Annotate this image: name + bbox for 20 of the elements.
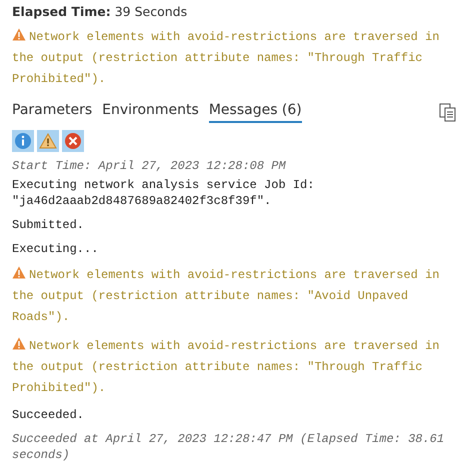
info-message: Executing...: [12, 241, 100, 257]
elapsed-time: Elapsed Time: 39 Seconds: [12, 4, 188, 19]
error-filter-button[interactable]: [62, 130, 84, 152]
timestamp-message: Succeeded at April 27, 2023 12:28:47 PM (Elapsed Time: 38.61 seconds): [12, 431, 446, 463]
warning-icon: [12, 28, 26, 41]
warning-filter-button[interactable]: [37, 130, 59, 152]
info-message: Succeeded.: [12, 407, 86, 423]
warning-message: Network elements with avoid-restrictions are traversed in the output (restriction attribute names: "Through Traffic Prohibited").: [12, 336, 440, 397]
warning-message: Network elements with avoid-restrictions are traversed in the output (restriction attribute names: "Avoid Unpaved Roads").: [12, 265, 440, 326]
copy-icon[interactable]: [438, 102, 458, 122]
timestamp-message: Start Time: April 27, 2023 12:28:08 PM: [12, 158, 287, 174]
info-message: Executing network analysis service Job Id: "ja46d2aaab2d8487689a82402f3c8f39f".: [12, 177, 316, 209]
tab[interactable]: Environments: [102, 102, 199, 123]
info-message: Submitted.: [12, 217, 86, 233]
warning-icon: [12, 266, 26, 279]
warning-icon: [12, 337, 26, 350]
warning-message: Network elements with avoid-restrictions are traversed in the output (restriction attribute names: "Through Traffic Prohibited").: [12, 27, 440, 88]
tab[interactable]: Parameters: [12, 102, 92, 123]
info-filter-button[interactable]: [12, 130, 34, 152]
tab[interactable]: Messages (6): [208, 102, 302, 123]
